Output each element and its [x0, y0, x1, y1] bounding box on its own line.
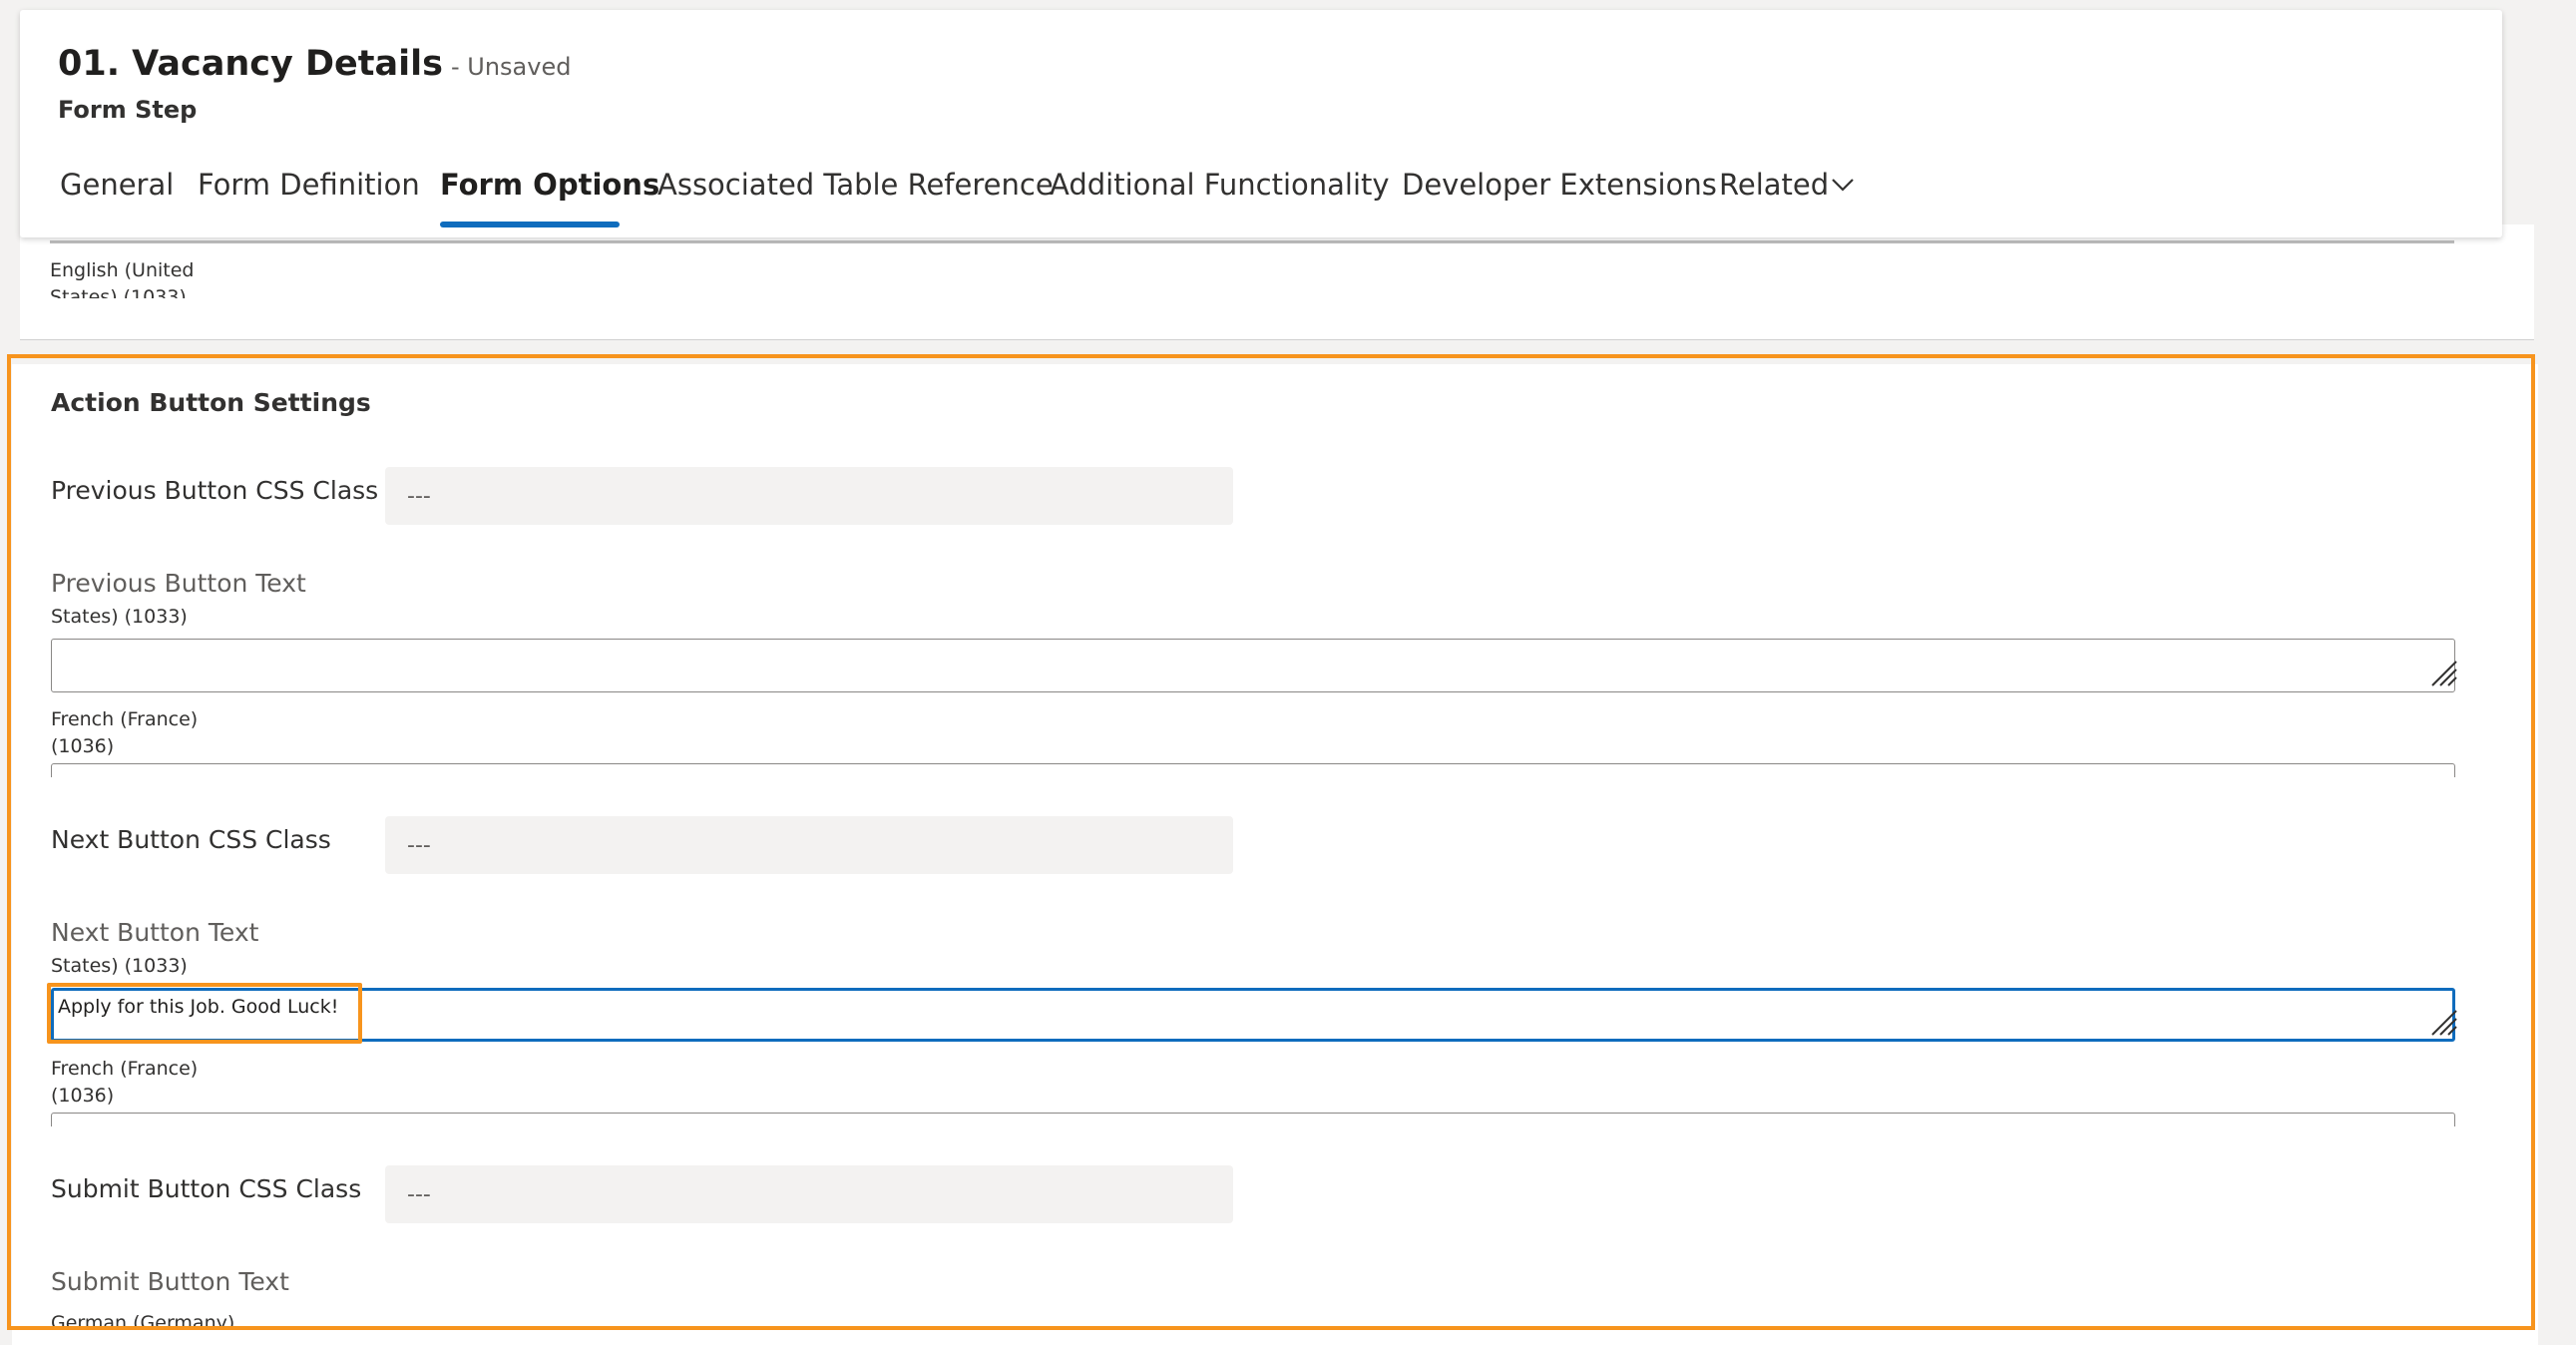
previous-css-class-label: Previous Button CSS Class [51, 476, 379, 505]
submit-text-label: Submit Button Text [51, 1267, 289, 1296]
previous-text-lang-fr: French (France) (1036) [51, 706, 198, 760]
tab-form-definition[interactable]: Form Definition [198, 168, 420, 208]
submit-text-lang: German (Germany) [51, 1312, 235, 1330]
previous-css-class-field[interactable]: --- [385, 467, 1233, 525]
action-button-settings-section: Action Button Settings Previous Button C… [12, 364, 2538, 1345]
resize-handle-icon[interactable] [2426, 656, 2460, 689]
next-text-lang-fr-line2: (1036) [51, 1085, 115, 1107]
submit-css-class-label: Submit Button CSS Class [51, 1174, 362, 1203]
next-text-lang-fr-line1: French (France) [51, 1058, 199, 1080]
submit-css-class-field[interactable]: --- [385, 1165, 1233, 1223]
previous-text-label: Previous Button Text [51, 569, 306, 598]
next-text-lang-fr: French (France) (1036) [51, 1056, 198, 1110]
next-text-label: Next Button Text [51, 918, 259, 947]
active-tab-indicator [440, 222, 620, 227]
section-title: Action Button Settings [51, 388, 371, 417]
save-status: - Unsaved [450, 53, 572, 81]
next-text-fr-input[interactable] [51, 1113, 2455, 1126]
next-css-class-value: --- [407, 832, 431, 858]
language-label-line2: States) (1033) [50, 286, 187, 298]
entity-type-label: Form Step [58, 96, 198, 124]
input-highlight-box [47, 983, 362, 1044]
tab-associated-table-reference[interactable]: Associated Table Reference [657, 168, 1054, 208]
previous-text-fr-input[interactable] [51, 763, 2455, 777]
page-title: 01. Vacancy Details - Unsaved [58, 44, 571, 84]
next-css-class-label: Next Button CSS Class [51, 825, 331, 854]
tab-related[interactable]: Related [1719, 168, 1829, 208]
form-header: 01. Vacancy Details - Unsaved Form Step G… [20, 10, 2502, 237]
resize-handle-icon[interactable] [2426, 1005, 2460, 1039]
previous-css-class-value: --- [407, 483, 431, 509]
chevron-down-icon[interactable] [1828, 170, 1858, 200]
next-text-en-input[interactable] [51, 988, 2455, 1042]
previous-text-en-input[interactable] [51, 639, 2455, 692]
previous-section-card: English (United States) (1033) [20, 224, 2534, 340]
language-label: English (United States) (1033) [50, 257, 195, 298]
submit-css-class-value: --- [407, 1181, 431, 1207]
tab-general[interactable]: General [60, 168, 174, 208]
tab-form-options[interactable]: Form Options [440, 168, 659, 208]
previous-text-lang-en: States) (1033) [51, 606, 188, 628]
tab-developer-extensions[interactable]: Developer Extensions [1402, 168, 1717, 208]
page-title-text: 01. Vacancy Details [58, 44, 443, 84]
next-css-class-field[interactable]: --- [385, 816, 1233, 874]
previous-text-lang-fr-line2: (1036) [51, 735, 115, 757]
next-text-lang-en: States) (1033) [51, 955, 188, 977]
text-field-edge [50, 240, 2454, 243]
tab-additional-functionality[interactable]: Additional Functionality [1050, 168, 1390, 208]
language-label-line1: English (United [50, 259, 195, 281]
previous-text-lang-fr-line1: French (France) [51, 708, 199, 730]
